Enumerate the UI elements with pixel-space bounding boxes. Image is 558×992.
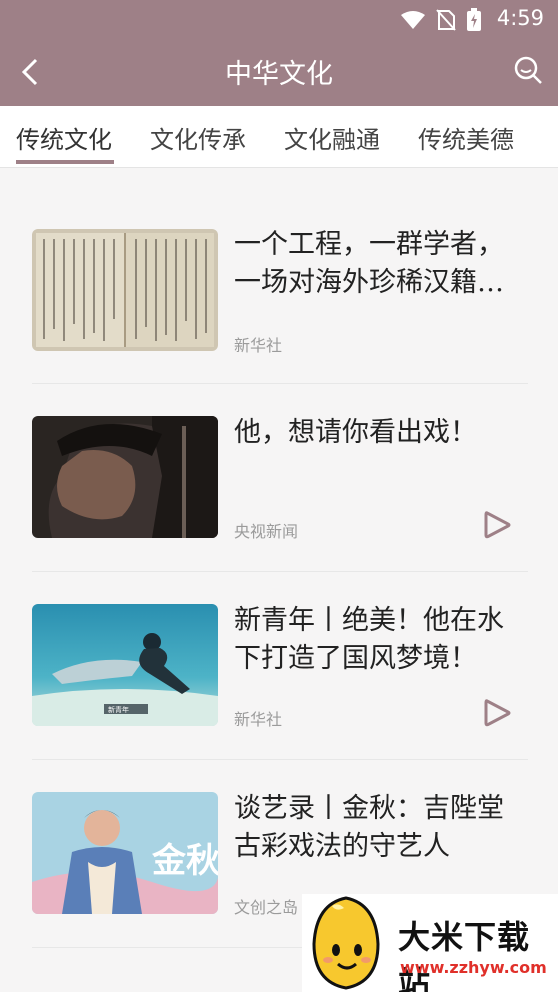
play-icon[interactable] — [482, 698, 512, 728]
wifi-icon — [401, 11, 425, 29]
page-title: 中华文化 — [225, 59, 333, 90]
list-item[interactable]: 新青年 新青年丨绝美！他在水下打造了国风梦境！ 新华社 — [32, 572, 528, 760]
article-source: 新华社 — [234, 336, 283, 355]
article-title: 一个工程，一群学者，一场对海外珍稀汉籍… — [234, 229, 504, 298]
article-source: 新华社 — [234, 710, 283, 729]
watermark-url: www.zzhyw.com — [400, 958, 547, 977]
search-icon[interactable] — [512, 54, 544, 86]
article-source: 央视新闻 — [234, 522, 299, 541]
tab-traditional-virtues[interactable]: 传统美德 — [418, 120, 514, 155]
status-bar: 4:59 — [0, 0, 558, 38]
article-thumbnail: 金秋 — [32, 792, 218, 914]
no-sim-icon — [436, 9, 456, 31]
category-tabs: 传统文化 文化传承 文化融通 传统美德 — [0, 106, 558, 168]
battery-icon — [467, 8, 481, 31]
article-thumbnail — [32, 416, 218, 538]
tab-cultural-exchange[interactable]: 文化融通 — [284, 120, 380, 155]
article-title: 谈艺录丨金秋：吉陛堂古彩戏法的守艺人 — [234, 793, 504, 862]
app-header: 4:59 中华文化 — [0, 0, 558, 106]
article-thumbnail: 新青年 — [32, 604, 218, 726]
nav-bar: 中华文化 — [0, 42, 558, 100]
tab-cultural-heritage[interactable]: 文化传承 — [150, 120, 246, 155]
status-time: 4:59 — [496, 6, 544, 30]
status-icons — [400, 8, 482, 32]
tab-active-indicator — [16, 160, 114, 164]
article-title: 他，想请你看出戏！ — [234, 417, 477, 448]
watermark-name: 大米下载站 — [398, 918, 531, 992]
play-icon[interactable] — [482, 510, 512, 540]
tab-traditional-culture[interactable]: 传统文化 — [16, 120, 112, 155]
article-source: 文创之岛 — [234, 898, 299, 917]
thumb-news-tag: 新青年 — [108, 705, 129, 714]
rice-mascot-logo — [312, 896, 380, 990]
list-item[interactable]: 他，想请你看出戏！ 央视新闻 — [32, 384, 528, 572]
article-thumbnail — [32, 229, 218, 351]
article-title: 新青年丨绝美！他在水下打造了国风梦境！ — [234, 605, 504, 674]
site-watermark: 大米下载站 www.zzhyw.com — [302, 894, 558, 992]
list-item[interactable]: 一个工程，一群学者，一场对海外珍稀汉籍… 新华社 — [32, 196, 528, 384]
thumb-name-art: 金秋 — [151, 841, 218, 881]
